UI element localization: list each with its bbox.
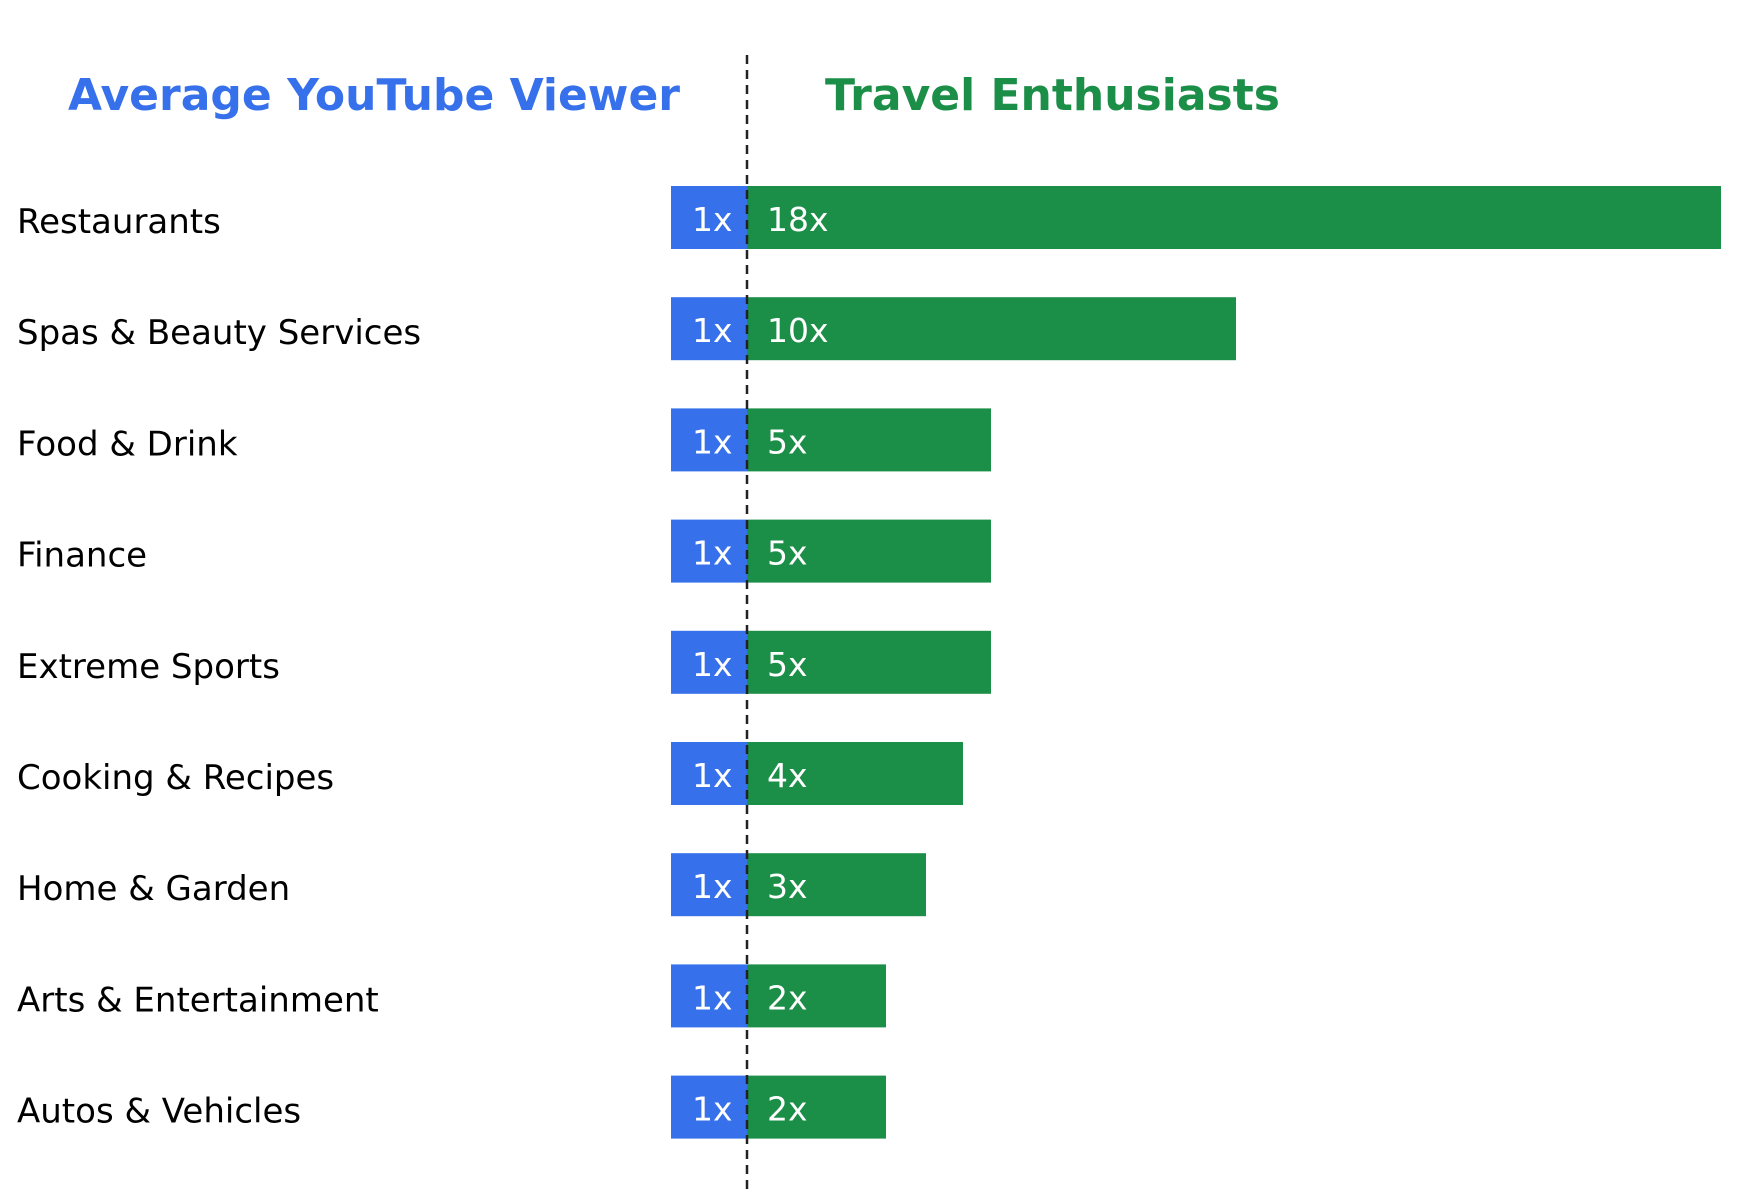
value-label-travel-enthusiasts: 5x [767, 422, 808, 461]
bar-row: Home & Garden 1x 3x [17, 853, 926, 917]
bar-row: Restaurants 1x 18x [17, 186, 1721, 249]
value-label-average-viewer: 1x [692, 534, 733, 573]
series-header-average-viewer: Average YouTube Viewer [68, 70, 680, 121]
category-label: Autos & Vehicles [17, 1092, 301, 1132]
value-label-travel-enthusiasts: 10x [767, 311, 829, 350]
category-label: Spas & Beauty Services [17, 313, 421, 353]
category-label: Arts & Entertainment [17, 980, 379, 1020]
value-label-average-viewer: 1x [692, 422, 733, 461]
category-label: Cooking & Recipes [17, 758, 334, 798]
bar-rows: Restaurants 1x 18x Spas & Beauty Services 1x… [17, 186, 1721, 1139]
bar-row: Autos & Vehicles 1x 2x [17, 1075, 886, 1139]
bar-row: Cooking & Recipes 1x 4x [17, 742, 963, 805]
bar-travel-enthusiasts [747, 186, 1721, 249]
value-label-average-viewer: 1x [692, 978, 733, 1017]
bar-row: Extreme Sports 1x 5x [17, 630, 991, 694]
bar-row: Spas & Beauty Services 1x 10x [17, 297, 1236, 361]
value-label-travel-enthusiasts: 5x [767, 534, 808, 573]
value-label-travel-enthusiasts: 2x [767, 978, 808, 1017]
bar-row: Arts & Entertainment 1x 2x [17, 964, 886, 1028]
category-label: Finance [17, 536, 147, 576]
value-label-travel-enthusiasts: 2x [767, 1090, 808, 1129]
category-label: Home & Garden [17, 869, 290, 909]
category-label: Restaurants [17, 202, 221, 242]
category-label: Extreme Sports [17, 647, 280, 687]
value-label-travel-enthusiasts: 5x [767, 645, 808, 684]
bar-row: Finance 1x 5x [17, 519, 991, 583]
value-label-travel-enthusiasts: 3x [767, 867, 808, 906]
bar-row: Food & Drink 1x 5x [17, 408, 991, 472]
value-label-average-viewer: 1x [692, 645, 733, 684]
value-label-average-viewer: 1x [692, 1090, 733, 1129]
value-label-travel-enthusiasts: 18x [767, 200, 829, 239]
category-label: Food & Drink [17, 424, 238, 464]
value-label-travel-enthusiasts: 4x [767, 756, 808, 795]
series-header-travel-enthusiasts: Travel Enthusiasts [825, 70, 1280, 121]
value-label-average-viewer: 1x [692, 311, 733, 350]
value-label-average-viewer: 1x [692, 867, 733, 906]
value-label-average-viewer: 1x [692, 200, 733, 239]
chart: Average YouTube Viewer Travel Enthusiast… [17, 55, 1721, 1192]
value-label-average-viewer: 1x [692, 756, 733, 795]
